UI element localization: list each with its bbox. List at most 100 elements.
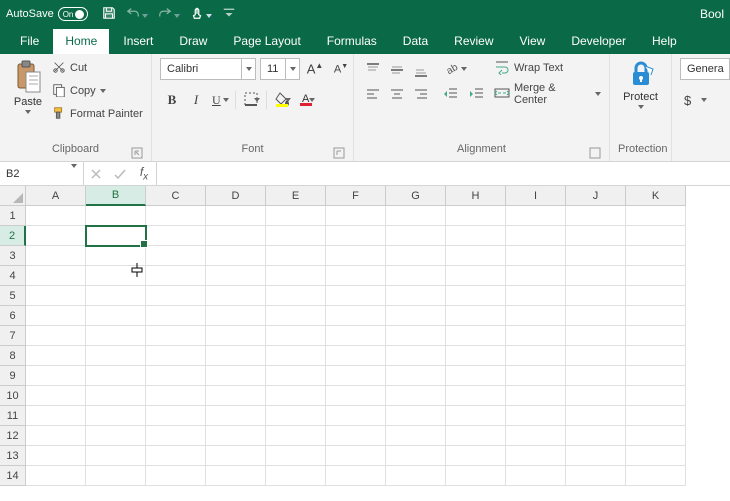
- cell[interactable]: [506, 346, 566, 366]
- cell[interactable]: [326, 326, 386, 346]
- column-header[interactable]: B: [86, 186, 146, 206]
- cell[interactable]: [326, 466, 386, 486]
- cell[interactable]: [86, 326, 146, 346]
- cell[interactable]: [626, 306, 686, 326]
- cell[interactable]: [386, 306, 446, 326]
- cell[interactable]: [266, 246, 326, 266]
- cell[interactable]: [506, 286, 566, 306]
- cell[interactable]: [626, 466, 686, 486]
- wrap-text-button[interactable]: Wrap Text: [494, 58, 601, 78]
- align-left-icon[interactable]: [362, 83, 384, 105]
- row-header[interactable]: 14: [0, 466, 26, 486]
- cell[interactable]: [146, 346, 206, 366]
- tab-file[interactable]: File: [8, 29, 51, 54]
- column-header[interactable]: J: [566, 186, 626, 206]
- cell[interactable]: [326, 386, 386, 406]
- cell[interactable]: [26, 326, 86, 346]
- cell[interactable]: [506, 226, 566, 246]
- cell[interactable]: [26, 346, 86, 366]
- cell[interactable]: [386, 406, 446, 426]
- redo-icon[interactable]: [158, 6, 180, 23]
- dialog-launcher-icon[interactable]: [589, 147, 601, 159]
- cell[interactable]: [626, 406, 686, 426]
- tab-formulas[interactable]: Formulas: [315, 29, 389, 54]
- cell[interactable]: [566, 346, 626, 366]
- cell[interactable]: [86, 346, 146, 366]
- cell[interactable]: [566, 366, 626, 386]
- cell[interactable]: [146, 366, 206, 386]
- cell[interactable]: [206, 426, 266, 446]
- font-name-combo[interactable]: Calibri: [160, 58, 256, 80]
- row-header[interactable]: 4: [0, 266, 26, 286]
- cell[interactable]: [386, 466, 446, 486]
- cell[interactable]: [326, 366, 386, 386]
- undo-icon[interactable]: [126, 6, 148, 23]
- cell[interactable]: [386, 426, 446, 446]
- row-header[interactable]: 13: [0, 446, 26, 466]
- cell[interactable]: [506, 206, 566, 226]
- cell[interactable]: [626, 266, 686, 286]
- protect-button[interactable]: Protect: [618, 58, 663, 109]
- cell[interactable]: [86, 246, 146, 266]
- row-header[interactable]: 1: [0, 206, 26, 226]
- autosave-toggle[interactable]: AutoSave On: [6, 7, 88, 21]
- name-box[interactable]: B2: [0, 162, 84, 185]
- cell[interactable]: [146, 386, 206, 406]
- cell[interactable]: [506, 446, 566, 466]
- merge-center-button[interactable]: Merge & Center: [494, 84, 601, 104]
- cell[interactable]: [206, 306, 266, 326]
- cell[interactable]: [386, 386, 446, 406]
- bold-button[interactable]: B: [160, 89, 184, 111]
- cell[interactable]: [326, 306, 386, 326]
- cell[interactable]: [506, 406, 566, 426]
- cell[interactable]: [326, 266, 386, 286]
- cell[interactable]: [626, 226, 686, 246]
- cell[interactable]: [566, 306, 626, 326]
- touch-mode-icon[interactable]: [190, 6, 212, 23]
- row-header[interactable]: 9: [0, 366, 26, 386]
- cell[interactable]: [146, 426, 206, 446]
- cell[interactable]: [326, 286, 386, 306]
- row-header[interactable]: 7: [0, 326, 26, 346]
- cell[interactable]: [206, 206, 266, 226]
- cell[interactable]: [266, 266, 326, 286]
- cell[interactable]: [326, 206, 386, 226]
- cancel-icon[interactable]: [84, 163, 108, 185]
- cell[interactable]: [266, 286, 326, 306]
- font-color-button[interactable]: A: [294, 89, 318, 111]
- number-format-combo[interactable]: Genera: [680, 58, 730, 80]
- cell[interactable]: [146, 306, 206, 326]
- font-size-combo[interactable]: 11: [260, 58, 300, 80]
- cell[interactable]: [146, 266, 206, 286]
- cell[interactable]: [146, 466, 206, 486]
- tab-insert[interactable]: Insert: [111, 29, 165, 54]
- row-header[interactable]: 8: [0, 346, 26, 366]
- spreadsheet-grid[interactable]: ABCDEFGHIJK 1234567891011121314: [0, 186, 730, 486]
- cell[interactable]: [446, 206, 506, 226]
- cell[interactable]: [626, 286, 686, 306]
- accounting-format-button[interactable]: $: [680, 89, 710, 111]
- cell[interactable]: [626, 426, 686, 446]
- cell[interactable]: [146, 206, 206, 226]
- cell[interactable]: [326, 446, 386, 466]
- cell[interactable]: [386, 286, 446, 306]
- dialog-launcher-icon[interactable]: [333, 147, 345, 159]
- cell[interactable]: [206, 286, 266, 306]
- cell[interactable]: [446, 266, 506, 286]
- cell[interactable]: [26, 406, 86, 426]
- tab-view[interactable]: View: [508, 29, 558, 54]
- cell[interactable]: [506, 386, 566, 406]
- cell[interactable]: [506, 426, 566, 446]
- cell[interactable]: [446, 366, 506, 386]
- copy-button[interactable]: Copy: [52, 81, 143, 101]
- decrease-indent-icon[interactable]: [440, 83, 462, 105]
- column-header[interactable]: K: [626, 186, 686, 206]
- decrease-font-icon[interactable]: A▼: [330, 58, 352, 80]
- cell[interactable]: [86, 206, 146, 226]
- cell[interactable]: [446, 386, 506, 406]
- cell[interactable]: [566, 446, 626, 466]
- cell[interactable]: [566, 286, 626, 306]
- cell[interactable]: [26, 426, 86, 446]
- cell[interactable]: [86, 446, 146, 466]
- cell[interactable]: [386, 346, 446, 366]
